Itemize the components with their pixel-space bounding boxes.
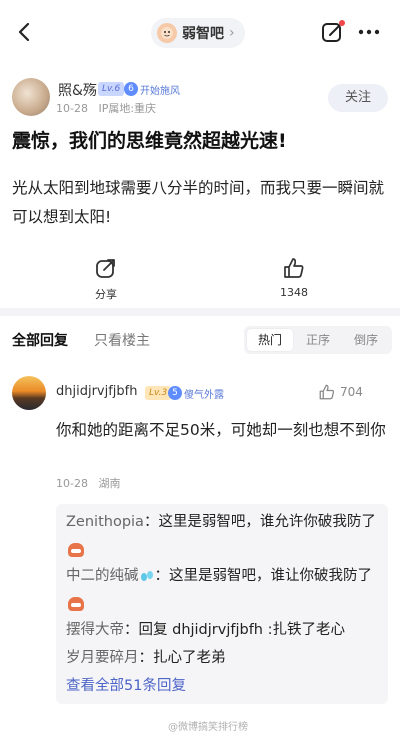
sort-toggle: 热门 正序 倒序 [244,326,392,354]
sub-reply-text: 这里是弱智吧，谁让你破我防了 [169,568,372,584]
level-badge: Lv.6 [98,82,125,96]
top-bar: 弱智吧 › [0,0,400,64]
title-badge-text: 开始施风 [140,85,180,97]
thumbs-up-icon [319,384,335,400]
sub-reply-user[interactable]: 岁月要碎月 [66,650,139,666]
like-count: 1348 [280,286,308,299]
sort-hot[interactable]: 热门 [247,329,293,351]
tab-owner-only[interactable]: 只看楼主 [94,330,150,350]
post-body: 光从太阳到地球需要八分半的时间，而我只要一瞬间就可以想到太阳! [12,179,385,226]
sub-reply[interactable]: Zenithopia：这里是弱智吧，谁允许你破我防了 [66,508,384,564]
badge-shield-icon: 5 [168,386,182,400]
forum-avatar [157,23,177,43]
comment-username[interactable]: dhjidjrvjfjbfh [56,384,138,399]
sub-reply-user[interactable]: 中二的纯碱 [66,568,139,584]
more-dots-icon[interactable] [356,22,382,42]
sub-reply-separator: ： [124,622,139,638]
author-name[interactable]: 照&殇 [58,80,97,100]
badge-shield-icon: 6 [124,82,138,96]
share-button[interactable]: 分享 [80,256,132,302]
edit-icon[interactable] [320,18,346,46]
sub-reply-text: 扎心了老弟 [153,650,226,666]
tab-all-replies[interactable]: 全部回复 [12,330,68,350]
comment-location: 湖南 [98,477,121,490]
back-arrow-icon[interactable] [14,20,36,44]
sub-reply-separator: ： [138,650,154,666]
sub-reply[interactable]: 岁月要碎月：扎心了老弟 [66,644,384,672]
sub-reply-text: 回复 dhjidjrvjfjbfh :扎铁了老心 [138,622,346,638]
avatar[interactable] [12,78,50,116]
sub-reply-separator: ： [154,568,170,584]
reply-tabs: 全部回复 只看楼主 热门 正序 倒序 [0,326,400,356]
sub-reply-user[interactable]: Zenithopia [66,514,144,530]
follow-button[interactable]: 关注 [328,84,388,112]
sub-reply-separator: ： [143,514,159,530]
post-location: IP属地:重庆 [98,102,157,115]
post-title: 震惊，我们的思维竟然超越光速! [12,130,287,152]
emoji-icon [68,597,84,611]
chevron-right-icon: › [229,25,235,41]
forum-pill[interactable]: 弱智吧 › [151,18,245,48]
like-button[interactable]: 1348 [266,256,322,299]
thumbs-up-icon [284,258,304,278]
comment-title-badge-text: 傻气外露 [184,389,224,401]
comment-avatar[interactable] [12,376,46,410]
comment-like-count: 704 [340,385,363,399]
watermark: @微博搞笑排行榜 [168,722,248,733]
sub-reply[interactable]: 摆得大帝：回复 dhjidjrvjfjbfh :扎铁了老心 [66,616,384,644]
share-label: 分享 [95,288,117,301]
forum-name: 弱智吧 [182,26,224,42]
comment-date: 10-28 [56,477,88,490]
emoji-icon [68,543,84,557]
view-all-replies-link[interactable]: 查看全部51条回复 [66,672,186,700]
comment-meta: 10-28 湖南 [56,475,120,491]
post-date: 10-28 [56,102,88,115]
post-meta: 10-28 IP属地:重庆 [56,100,156,116]
sub-reply-user[interactable]: 摆得大帝 [66,622,124,638]
title-badge: 6 开始施风 [124,81,180,97]
sub-reply[interactable]: 中二的纯碱 ：这里是弱智吧，谁让你破我防了 [66,562,384,618]
sort-ascending[interactable]: 正序 [295,329,341,351]
sort-descending[interactable]: 倒序 [343,329,389,351]
author-row: 照&殇 Lv.6 6 开始施风 10-28 IP属地:重庆 关注 [0,78,400,122]
comment-text: 你和她的距离不足50米，可她却一刻也想不到你 [56,421,386,439]
droplets-icon [140,571,153,581]
comment-like-button[interactable]: 704 [318,383,363,401]
comment-title-badge: 5 傻气外露 [168,385,224,401]
section-divider [0,308,400,316]
share-icon [96,259,115,278]
sub-replies: Zenithopia：这里是弱智吧，谁允许你破我防了 中二的纯碱 ：这里是弱智吧，… [56,504,388,704]
sub-reply-text: 这里是弱智吧，谁允许你破我防了 [158,514,376,530]
